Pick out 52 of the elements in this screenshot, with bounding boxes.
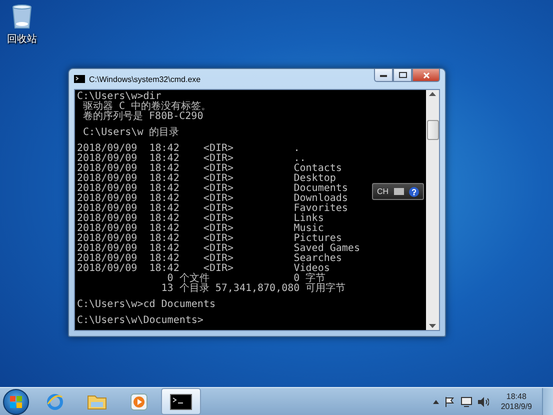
language-label[interactable]: CH [377,187,389,196]
speaker-icon[interactable] [478,396,489,406]
globe-e-icon [46,392,64,410]
console-line: 卷的序列号是 F80B-C290 [82,112,204,122]
console-line: 2018/09/09 18:42 <DIR> Documents [77,184,348,194]
console-line: 2018/09/09 18:42 <DIR> Music [77,224,324,234]
minimize-icon[interactable] [380,74,387,76]
console-line: C:\Users\w 的目录 [82,128,180,138]
console-line: 13 个目录 57,341,870,080 可用字节 [160,284,346,294]
close-icon[interactable] [422,72,430,78]
console-line: 0 个文件 0 字节 [167,274,326,284]
window-title: C:\Windows\system32\cmd.exe [89,74,202,84]
minimize-button[interactable] [374,69,393,82]
help-icon[interactable] [408,186,419,196]
console-line: 2018/09/09 18:42 <DIR> . [77,144,300,154]
console-line: 2018/09/09 18:42 <DIR> Desktop [77,174,336,184]
desktop-icon-label[interactable]: 回收站 [7,32,37,46]
terminal-icon [170,394,192,410]
console-line: 2018/09/09 18:42 <DIR> Saved Games [77,244,360,254]
start-button[interactable] [3,388,29,414]
console-line: 2018/09/09 18:42 <DIR> Downloads [77,194,348,204]
console-line: 2018/09/09 18:42 <DIR> Links [77,214,324,224]
scrollbar-thumb[interactable] [426,120,438,140]
play-icon [130,392,148,410]
clock-date: 2018/9/9 [500,402,532,412]
console-line: 2018/09/09 18:42 <DIR> Contacts [77,164,342,174]
monitor-icon[interactable] [460,396,472,406]
scroll-up-icon[interactable] [429,92,436,96]
maximize-icon[interactable] [398,72,406,78]
language-bar[interactable]: CH [372,183,424,200]
flag-icon[interactable] [444,396,455,406]
console-line: 驱动器 C 中的卷没有标签。 [82,102,212,112]
clock[interactable]: 18:48 2018/9/9 [500,392,532,412]
console-line: 2018/09/09 18:42 <DIR> Searches [77,254,342,264]
scroll-down-icon[interactable] [429,324,436,328]
scrollbar[interactable] [426,90,439,330]
console-line: C:\Users\w>dir [77,92,162,102]
keyboard-icon[interactable] [394,188,404,195]
close-button[interactable] [412,69,440,82]
console-line: 2018/09/09 18:42 <DIR> Favorites [77,204,348,214]
clock-time: 18:48 [506,392,526,402]
folder-icon [87,394,107,410]
console-line: C:\Users\w\Documents> [77,316,204,326]
taskbar-app-button[interactable] [161,388,201,415]
trash-bin-icon[interactable] [11,4,33,30]
console-line: 2018/09/09 18:42 <DIR> Pictures [77,234,342,244]
console-line: 2018/09/09 18:42 <DIR> Videos [77,264,330,274]
terminal-icon [74,75,85,83]
console-line: C:\Users\w>cd Documents [77,300,216,310]
console-line: 2018/09/09 18:42 <DIR> .. [77,154,306,164]
caret-up-icon[interactable] [432,400,439,404]
maximize-button[interactable] [393,69,412,82]
